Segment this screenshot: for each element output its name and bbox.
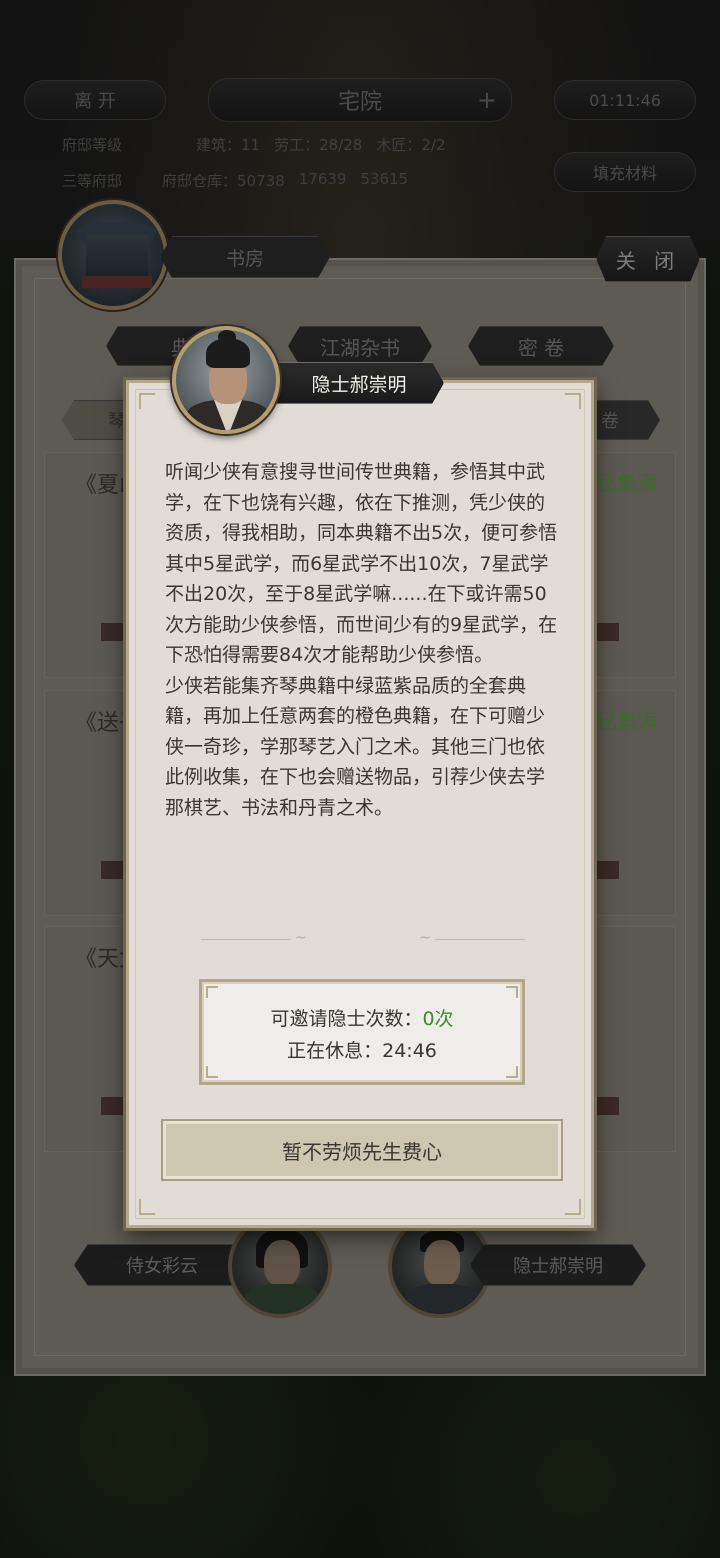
book-status: 已集满 — [597, 709, 657, 733]
speaker-name-tag: 隐士郝崇明 — [268, 362, 444, 404]
npc-maid-portrait[interactable] — [228, 1214, 332, 1318]
tab-jianghu-books[interactable]: 江湖杂书 — [288, 326, 432, 366]
divider-ornament: ~ ~ — [201, 930, 525, 946]
mansion-rank-label: 三等府邸 — [62, 172, 123, 190]
npc-maid-label[interactable]: 侍女彩云 — [74, 1244, 250, 1286]
fill-materials-button[interactable]: 填充材料 — [554, 152, 696, 192]
dialog-paragraph: 少侠若能集齐琴典籍中绿蓝紫品质的全套典籍，再加上任意两套的橙色典籍，在下可赠少侠… — [165, 674, 546, 819]
resource-wood: 17639 — [298, 170, 347, 188]
close-button[interactable]: 关 闭 — [596, 236, 700, 282]
tab-secret-scrolls[interactable]: 密 卷 — [468, 326, 614, 366]
invite-info-box: 可邀请隐士次数：0次 正在休息：24:46 — [199, 979, 525, 1085]
corner-ornament — [139, 393, 155, 409]
mansion-level-label: 府邸等级 — [62, 136, 123, 154]
rest-timer-line: 正在休息：24:46 — [202, 1036, 522, 1063]
rest-timer-value: 24:46 — [382, 1040, 437, 1062]
plus-icon[interactable]: + — [477, 86, 497, 114]
timer-display: 01:11:46 — [554, 80, 696, 120]
corner-ornament — [139, 1199, 155, 1215]
building-icon — [58, 200, 168, 310]
corner-ornament — [565, 1199, 581, 1215]
location-title: 宅院 — [337, 90, 382, 115]
hud-stats-row-2: 三等府邸 府邸仓库：50738 17639 53615 — [62, 170, 408, 191]
hud-stats-row-1: 府邸等级 建筑：11 劳工：28/28 木匠：2/2 — [62, 134, 446, 155]
invite-count-label: 可邀请隐士次数： — [270, 1008, 423, 1030]
corner-ornament — [565, 393, 581, 409]
room-title: 书房 — [160, 236, 330, 278]
dialog-text: 听闻少侠有意搜寻世间传世典籍，参悟其中武学，在下也饶有兴趣，依在下推测，凭少侠的… — [165, 457, 563, 823]
laborers-stat: 劳工：28/28 — [274, 136, 363, 154]
book-status: 已集满 — [597, 471, 657, 495]
leave-button[interactable]: 离 开 — [24, 80, 166, 120]
rest-label: 正在休息： — [287, 1040, 383, 1062]
dialog-paragraph: 听闻少侠有意搜寻世间传世典籍，参悟其中武学，在下也饶有兴趣，依在下推测，凭少侠的… — [165, 461, 558, 666]
hermit-dialog: 听闻少侠有意搜寻世间传世典籍，参悟其中武学，在下也饶有兴趣，依在下推测，凭少侠的… — [126, 380, 594, 1228]
invite-count-line: 可邀请隐士次数：0次 — [202, 1004, 522, 1031]
carpenters-stat: 木匠：2/2 — [376, 136, 446, 154]
location-title-bar: 宅院 + — [208, 78, 512, 122]
resource-iron: 53615 — [360, 170, 409, 188]
dismiss-button[interactable]: 暂不劳烦先生费心 — [163, 1121, 561, 1179]
invite-count-value: 0次 — [422, 1008, 454, 1030]
background-foliage — [0, 1360, 720, 1558]
npc-hermit-label[interactable]: 隐士郝崇明 — [470, 1244, 646, 1286]
warehouse-stat: 府邸仓库：50738 — [162, 172, 285, 190]
hermit-avatar — [172, 326, 280, 434]
buildings-stat: 建筑：11 — [196, 136, 261, 154]
